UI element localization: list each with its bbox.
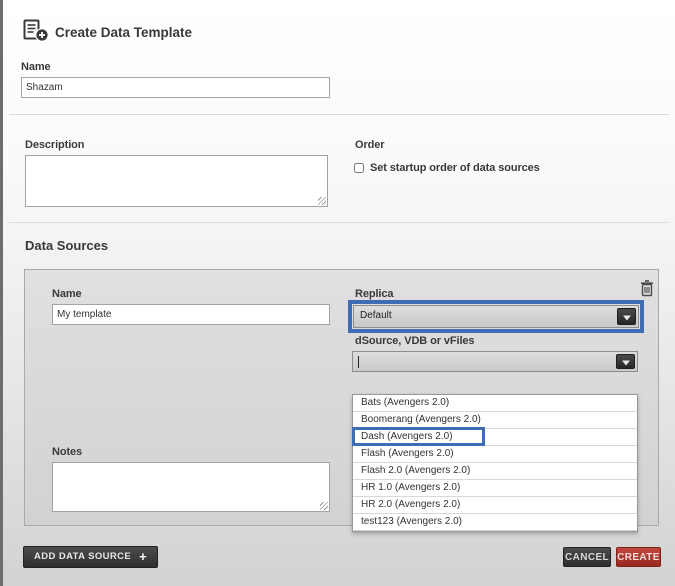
text-caret [358, 356, 359, 368]
dsource-option-list: Bats (Avengers 2.0) Boomerang (Avengers … [352, 394, 638, 532]
dropdown-option[interactable]: Bats (Avengers 2.0) [353, 395, 637, 412]
dropdown-option[interactable]: Boomerang (Avengers 2.0) [353, 412, 637, 429]
dialog-title: Create Data Template [55, 25, 192, 40]
data-source-card: Name Notes Replica Default dSource, VDB … [24, 269, 659, 526]
startup-order-checkbox[interactable] [354, 163, 364, 173]
add-data-source-button[interactable]: ADD DATA SOURCE + [23, 546, 158, 568]
replica-label: Replica [355, 288, 393, 300]
name-input[interactable] [21, 77, 330, 98]
replica-selected-value: Default [354, 306, 638, 326]
dropdown-option[interactable]: Flash 2.0 (Avengers 2.0) [353, 463, 637, 480]
notes-textarea[interactable] [52, 462, 330, 512]
plus-icon: + [139, 546, 147, 568]
create-data-template-dialog: { "header": { "title": "Create Data Temp… [0, 0, 675, 586]
divider [9, 222, 669, 223]
annotation-highlight-replica: Default [348, 300, 644, 333]
cancel-button[interactable]: CANCEL [563, 547, 611, 567]
startup-order-checkbox-row: Set startup order of data sources [354, 162, 540, 174]
dropdown-arrow-icon[interactable] [617, 308, 636, 325]
order-label: Order [355, 139, 384, 151]
delete-data-source-button[interactable] [640, 280, 654, 297]
trash-icon [640, 280, 654, 297]
resize-grip-icon[interactable] [318, 197, 326, 205]
startup-order-checkbox-label: Set startup order of data sources [370, 162, 540, 174]
name-label: Name [21, 61, 51, 73]
data-sources-heading: Data Sources [25, 238, 108, 253]
source-name-label: Name [52, 288, 82, 300]
create-template-icon [23, 19, 50, 43]
notes-label: Notes [52, 446, 82, 458]
dsource-label: dSource, VDB or vFiles [355, 335, 474, 347]
add-data-source-label: ADD DATA SOURCE [34, 546, 131, 568]
dropdown-option[interactable]: Flash (Avengers 2.0) [353, 446, 637, 463]
divider [9, 114, 669, 115]
dsource-select[interactable] [352, 351, 638, 372]
create-button[interactable]: CREATE [616, 547, 661, 567]
description-textarea[interactable] [25, 155, 328, 207]
dropdown-option[interactable]: Dash (Avengers 2.0) [353, 429, 637, 446]
description-label: Description [25, 139, 84, 151]
dropdown-option[interactable]: HR 2.0 (Avengers 2.0) [353, 497, 637, 514]
dropdown-option[interactable]: HR 1.0 (Avengers 2.0) [353, 480, 637, 497]
resize-grip-icon[interactable] [320, 502, 328, 510]
dropdown-arrow-icon[interactable] [616, 354, 635, 369]
source-name-input[interactable] [52, 304, 330, 325]
replica-select[interactable]: Default [353, 305, 639, 328]
dropdown-option[interactable]: test123 (Avengers 2.0) [353, 514, 637, 531]
